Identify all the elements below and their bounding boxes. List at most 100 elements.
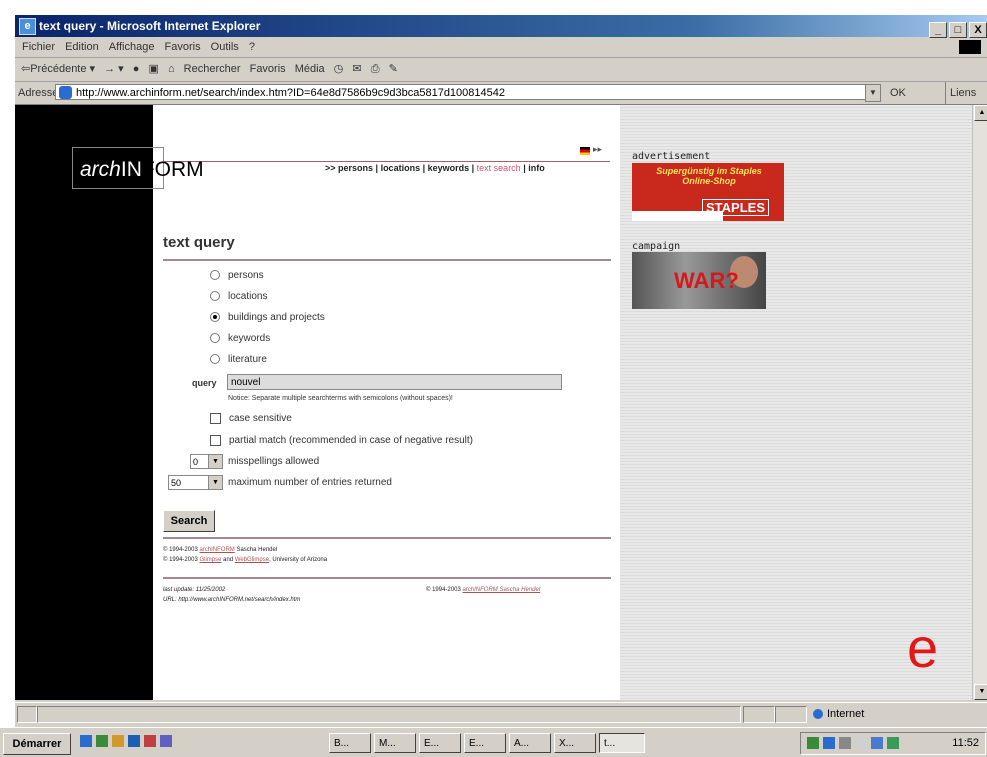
taskbar-button[interactable]: E...: [464, 733, 506, 753]
german-flag-icon[interactable]: [580, 147, 590, 155]
radio-persons[interactable]: persons: [210, 270, 264, 281]
media-button[interactable]: Média: [295, 63, 325, 75]
tray-icon[interactable]: [823, 737, 835, 749]
language-arrow-icon[interactable]: ▸▸: [593, 144, 602, 155]
tray-icon[interactable]: [887, 737, 899, 749]
menu-outils[interactable]: Outils: [211, 41, 239, 53]
address-input[interactable]: http://www.archinform.net/search/index.h…: [55, 84, 867, 100]
nav-info[interactable]: info: [528, 163, 545, 173]
quicklaunch-icon[interactable]: [144, 735, 156, 747]
query-label: query: [192, 378, 217, 388]
status-segment: [743, 706, 775, 723]
taskbar-button-active[interactable]: t...: [599, 733, 645, 753]
quicklaunch-icon[interactable]: [112, 735, 124, 747]
radio-literature[interactable]: literature: [210, 354, 267, 365]
taskbar-button[interactable]: E...: [419, 733, 461, 753]
title-divider: [163, 259, 611, 261]
top-divider: [163, 161, 610, 162]
webglimpse-link[interactable]: WebGlimpse: [235, 557, 269, 563]
taskbar-button[interactable]: M...: [374, 733, 416, 753]
tray-icon[interactable]: [807, 737, 819, 749]
tray-icon[interactable]: [871, 737, 883, 749]
copyright-line-1: © 1994-2003 archINFORM Sascha Hendel: [163, 547, 278, 553]
query-input[interactable]: nouvel: [227, 374, 562, 390]
archinform-link[interactable]: archINFORM: [199, 547, 234, 553]
taskbar-button[interactable]: B...: [329, 733, 371, 753]
history-icon[interactable]: ◷: [334, 63, 344, 75]
search-button[interactable]: Search: [163, 510, 215, 532]
quicklaunch-icon[interactable]: [96, 735, 108, 747]
search-button[interactable]: Rechercher: [184, 63, 241, 75]
address-url: http://www.archinform.net/search/index.h…: [76, 87, 505, 99]
menu-edition[interactable]: Edition: [65, 41, 99, 53]
footer-divider-2: [163, 577, 611, 579]
misspellings-select[interactable]: 0 ▼: [190, 454, 223, 469]
address-label: Adresse: [18, 87, 59, 99]
links-button[interactable]: Liens: [945, 82, 976, 104]
clock: 11:52: [952, 737, 979, 749]
main-content: [153, 105, 620, 700]
partial-match-checkbox[interactable]: [210, 435, 221, 446]
taskbar-button[interactable]: X...: [554, 733, 596, 753]
scroll-down-icon[interactable]: ▼: [974, 684, 987, 700]
back-button[interactable]: ⇦Précédente ▾: [21, 63, 95, 75]
staples-ad-banner[interactable]: Supergünstig im Staples Online-Shop STAP…: [632, 163, 784, 221]
scroll-up-icon[interactable]: ▲: [974, 105, 987, 121]
radio-buildings[interactable]: buildings and projects: [210, 312, 325, 323]
nav-keywords[interactable]: keywords: [428, 163, 470, 173]
last-update: last update: 11/25/2002: [163, 587, 226, 593]
radio-button-selected[interactable]: [210, 312, 220, 323]
refresh-icon[interactable]: ▣: [148, 63, 158, 75]
forward-button[interactable]: → ▾: [104, 63, 124, 75]
taskbar-button[interactable]: A...: [509, 733, 551, 753]
menu-help[interactable]: ?: [249, 41, 255, 53]
radio-button[interactable]: [210, 354, 220, 365]
menu-affichage[interactable]: Affichage: [109, 41, 155, 53]
vertical-scrollbar[interactable]: ▲ ▼: [972, 105, 987, 700]
max-entries-select[interactable]: 50 ▼: [168, 475, 223, 490]
desktop-icon[interactable]: [80, 735, 92, 747]
stop-icon[interactable]: ●: [133, 63, 140, 75]
quicklaunch-icon[interactable]: [128, 735, 140, 747]
mail-icon[interactable]: ✉: [352, 63, 361, 75]
ie-logo: e: [907, 616, 939, 679]
campaign-banner[interactable]: WAR?: [632, 252, 766, 309]
close-button[interactable]: X: [969, 22, 987, 38]
case-sensitive-checkbox[interactable]: [210, 413, 221, 424]
copyright-line-2: © 1994-2003 Glimpse and WebGlimpse, Univ…: [163, 557, 328, 563]
tray-icon[interactable]: [855, 737, 867, 749]
radio-button[interactable]: [210, 333, 220, 344]
partial-match-option[interactable]: partial match (recommended in case of ne…: [210, 435, 473, 446]
minimize-button[interactable]: _: [929, 22, 947, 38]
glimpse-link[interactable]: Glimpse: [199, 557, 221, 563]
title-bar[interactable]: e text query - Microsoft Internet Explor…: [15, 15, 987, 38]
menu-fichier[interactable]: Fichier: [22, 41, 55, 53]
misspellings-label: misspellings allowed: [228, 456, 320, 467]
archinform-author-link[interactable]: archINFORM Sascha Hendel: [462, 587, 540, 593]
go-button[interactable]: OK: [890, 82, 906, 104]
ie-icon: e: [19, 18, 36, 35]
maximize-button[interactable]: □: [949, 22, 967, 38]
chevron-down-icon: ▼: [208, 476, 222, 489]
favorites-button[interactable]: Favoris: [250, 63, 286, 75]
edit-icon[interactable]: ✎: [389, 63, 398, 75]
radio-locations[interactable]: locations: [210, 291, 267, 302]
start-button[interactable]: Démarrer: [3, 733, 71, 755]
home-icon[interactable]: ⌂: [168, 63, 175, 75]
page-url: URL: http://www.archINFORM.net/search/in…: [163, 597, 301, 603]
site-logo[interactable]: archINFORM: [80, 158, 204, 182]
quicklaunch-icon[interactable]: [160, 735, 172, 747]
left-black-bar: [15, 105, 153, 700]
nav-persons[interactable]: persons: [338, 163, 373, 173]
speaker-icon[interactable]: [839, 737, 851, 749]
advertisement-label: advertisement: [632, 151, 711, 162]
address-dropdown-icon[interactable]: ▼: [865, 84, 881, 102]
radio-keywords[interactable]: keywords: [210, 333, 270, 344]
radio-button[interactable]: [210, 291, 220, 302]
case-sensitive-option[interactable]: case sensitive: [210, 413, 292, 424]
print-icon[interactable]: ⎙: [371, 63, 380, 75]
nav-text-search[interactable]: text search: [477, 163, 521, 173]
nav-locations[interactable]: locations: [381, 163, 421, 173]
radio-button[interactable]: [210, 270, 220, 281]
menu-favoris[interactable]: Favoris: [165, 41, 201, 53]
